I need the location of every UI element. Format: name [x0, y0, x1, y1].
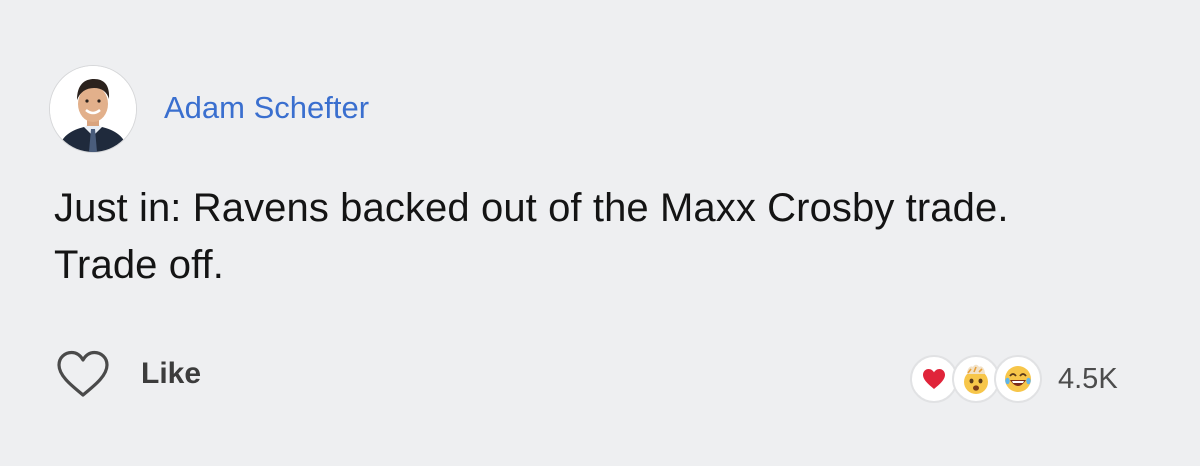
- avatar[interactable]: [50, 66, 136, 152]
- post-text-line: Trade off.: [54, 243, 224, 287]
- reactions-summary[interactable]: 4.5K: [910, 352, 1118, 406]
- post-text: Just in: Ravens backed out of the Maxx C…: [54, 180, 1154, 294]
- post-text-line: Just in: Ravens backed out of the Maxx C…: [54, 186, 1009, 230]
- like-label: Like: [141, 357, 202, 390]
- author-name[interactable]: Adam Schefter: [164, 88, 369, 128]
- like-button[interactable]: Like: [55, 346, 201, 402]
- laughing-emoji-icon: [994, 355, 1042, 403]
- reaction-count: 4.5K: [1058, 362, 1118, 395]
- heart-icon: [910, 355, 958, 403]
- mind-blown-emoji-icon: [952, 355, 1000, 403]
- post-card: Adam Schefter Just in: Ravens backed out…: [0, 0, 1200, 466]
- heart-outline-icon: [57, 350, 109, 397]
- avatar-image: [50, 66, 136, 152]
